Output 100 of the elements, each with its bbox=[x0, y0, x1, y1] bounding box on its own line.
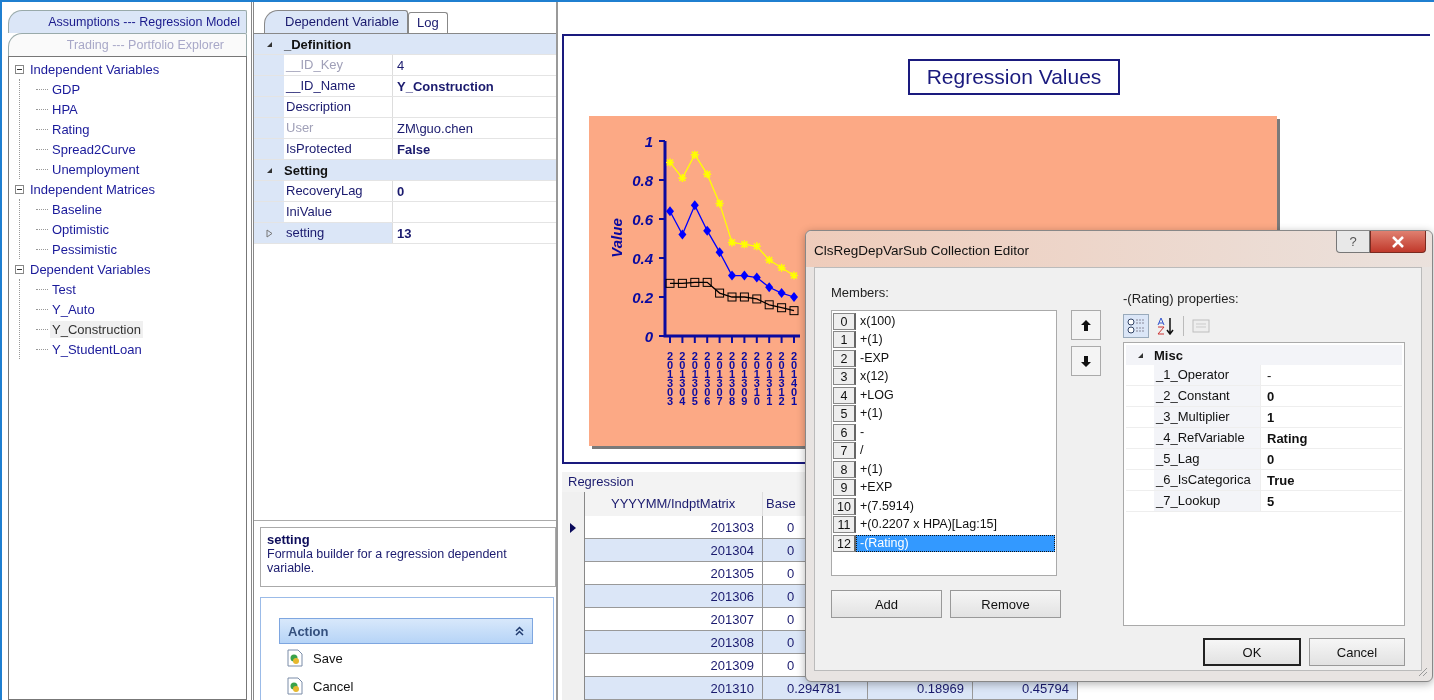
property-name[interactable]: _5_Lag bbox=[1154, 449, 1261, 469]
member-item[interactable]: +LOG bbox=[856, 386, 1055, 404]
property-name[interactable]: _3_Multiplier bbox=[1154, 407, 1261, 427]
property-name[interactable]: _6_IsCategorica bbox=[1154, 470, 1261, 490]
table-cell: 201306 bbox=[585, 585, 763, 608]
collapse-arrow-icon[interactable] bbox=[265, 166, 273, 174]
help-button[interactable]: ? bbox=[1336, 231, 1370, 253]
collapse-icon[interactable] bbox=[15, 64, 24, 74]
members-list[interactable]: 0 x(100) 1 +(1) 2 -EXP 3 x(12) 4 +LOG 5 +(1) 6 - 7 / 8 +(1) 9 +EXP 10 +(7.5914) 11 +(0.2207 x HPA)[Lag:15] 12 -(Rating) bbox=[831, 310, 1057, 576]
property-value[interactable]: 1 bbox=[1267, 409, 1275, 425]
tree-item[interactable]: Y_Auto bbox=[50, 300, 97, 318]
document-icon[interactable] bbox=[287, 677, 303, 695]
property-value[interactable]: 0 bbox=[1267, 388, 1275, 404]
add-button[interactable]: Add bbox=[831, 590, 942, 618]
arrow-down-icon bbox=[1081, 355, 1091, 367]
data-point bbox=[666, 206, 674, 217]
property-name[interactable]: _2_Constant bbox=[1154, 386, 1261, 406]
data-point bbox=[790, 292, 798, 302]
property-value[interactable]: 5 bbox=[1267, 493, 1275, 509]
member-item[interactable]: / bbox=[856, 442, 1055, 460]
property-name[interactable]: _1_Operator bbox=[1154, 365, 1261, 385]
table-cell: 201304 bbox=[585, 539, 763, 562]
tree-item[interactable]: Pessimistic bbox=[50, 240, 119, 258]
collapse-arrow-icon[interactable] bbox=[1136, 351, 1144, 359]
member-item[interactable]: +(1) bbox=[856, 405, 1055, 423]
data-point bbox=[690, 149, 700, 160]
remove-button[interactable]: Remove bbox=[950, 590, 1061, 618]
property-name[interactable]: IsProtected bbox=[284, 139, 393, 159]
tick-label: 201401 bbox=[790, 350, 798, 407]
member-item[interactable]: x(12) bbox=[856, 368, 1055, 386]
tick-label: 0.6 bbox=[632, 211, 653, 228]
member-item[interactable]: x(100) bbox=[856, 312, 1055, 330]
property-name[interactable]: setting bbox=[284, 223, 393, 243]
tree-item[interactable]: Dependent Variables bbox=[28, 260, 153, 278]
property-name[interactable]: __ID_Name bbox=[284, 76, 393, 96]
tree-item[interactable]: Baseline bbox=[50, 200, 104, 218]
data-point bbox=[677, 278, 687, 288]
ok-button[interactable]: OK bbox=[1203, 638, 1301, 666]
tree-item[interactable]: HPA bbox=[50, 100, 80, 118]
collapse-icon[interactable] bbox=[15, 264, 24, 274]
editor-tab[interactable]: Log bbox=[407, 12, 448, 33]
property-value[interactable]: Y_Construction bbox=[397, 78, 494, 94]
collapse-arrow-icon[interactable] bbox=[265, 40, 273, 48]
data-point bbox=[728, 270, 736, 281]
tick-label: 201306 bbox=[704, 350, 711, 407]
property-name[interactable]: _4_RefVariable bbox=[1154, 428, 1261, 448]
tree-item[interactable]: GDP bbox=[50, 80, 83, 98]
property-value[interactable]: 4 bbox=[397, 57, 405, 73]
cancel-button[interactable]: Cancel bbox=[1309, 638, 1405, 666]
property-name[interactable]: RecoveryLag bbox=[284, 181, 393, 201]
collapse-icon[interactable] bbox=[15, 184, 24, 194]
tree-item[interactable]: Spread2Curve bbox=[50, 140, 138, 158]
property-value[interactable]: 0 bbox=[1267, 451, 1275, 467]
property-value[interactable]: Rating bbox=[1267, 430, 1308, 446]
row-gutter bbox=[254, 118, 284, 138]
column-header[interactable]: YYYYMM/IndptMatrix bbox=[585, 492, 763, 516]
tree-item[interactable]: Rating bbox=[50, 120, 92, 138]
member-item[interactable]: -EXP bbox=[856, 349, 1055, 367]
tree-item[interactable]: Optimistic bbox=[50, 220, 112, 238]
action-header[interactable]: Action bbox=[279, 618, 533, 644]
resize-grip-icon[interactable] bbox=[1416, 665, 1428, 677]
description-title: setting bbox=[267, 532, 311, 547]
tick-label: 201307 bbox=[716, 350, 723, 407]
data-point bbox=[678, 229, 687, 240]
data-point bbox=[690, 277, 700, 287]
categorized-icon[interactable] bbox=[1123, 314, 1149, 338]
property-name[interactable]: IniValue bbox=[284, 202, 393, 222]
property-value[interactable]: True bbox=[1267, 472, 1295, 488]
tree-item[interactable]: Independent Variables bbox=[28, 60, 162, 78]
property-value[interactable]: - bbox=[1267, 367, 1272, 383]
close-button[interactable] bbox=[1370, 231, 1426, 253]
move-down-button[interactable] bbox=[1071, 346, 1101, 376]
panel-tab[interactable]: Assumptions --- Regression Model bbox=[8, 10, 247, 33]
table-cell: 201310 bbox=[585, 677, 763, 700]
properties-label: -(Rating) properties: bbox=[1123, 290, 1240, 308]
action-link[interactable]: Cancel bbox=[313, 678, 354, 694]
property-value[interactable]: False bbox=[397, 141, 431, 157]
tick-label: 201310 bbox=[753, 350, 760, 407]
action-link[interactable]: Save bbox=[313, 650, 343, 666]
tree-item[interactable]: Y_Construction bbox=[50, 320, 143, 338]
document-icon[interactable] bbox=[287, 649, 303, 667]
expand-arrow-icon[interactable] bbox=[265, 228, 273, 238]
collapse-chevron-icon[interactable] bbox=[515, 626, 524, 636]
move-up-button[interactable] bbox=[1071, 310, 1101, 340]
tick-label: 0.8 bbox=[632, 172, 653, 189]
member-item[interactable]: - bbox=[856, 423, 1055, 441]
property-name[interactable]: Description bbox=[284, 97, 393, 117]
member-item[interactable]: +(7.5914) bbox=[856, 497, 1055, 515]
property-name[interactable]: _7_Lookup bbox=[1154, 491, 1261, 511]
tick-label: 201303 bbox=[666, 350, 674, 407]
data-point bbox=[715, 288, 725, 298]
tree-item[interactable]: Independent Matrices bbox=[28, 180, 158, 198]
tree-item[interactable]: Test bbox=[50, 280, 78, 298]
member-item[interactable]: +(1) bbox=[856, 331, 1055, 349]
property-value[interactable]: ZM\guo.chen bbox=[397, 120, 473, 136]
tree-item[interactable]: Unemployment bbox=[50, 160, 142, 178]
property-value[interactable]: 13 bbox=[397, 225, 412, 241]
editor-tab[interactable]: Dependent Variable bbox=[264, 10, 408, 33]
tree-item[interactable]: Y_StudentLoan bbox=[50, 340, 144, 358]
property-value[interactable]: 0 bbox=[397, 183, 405, 199]
